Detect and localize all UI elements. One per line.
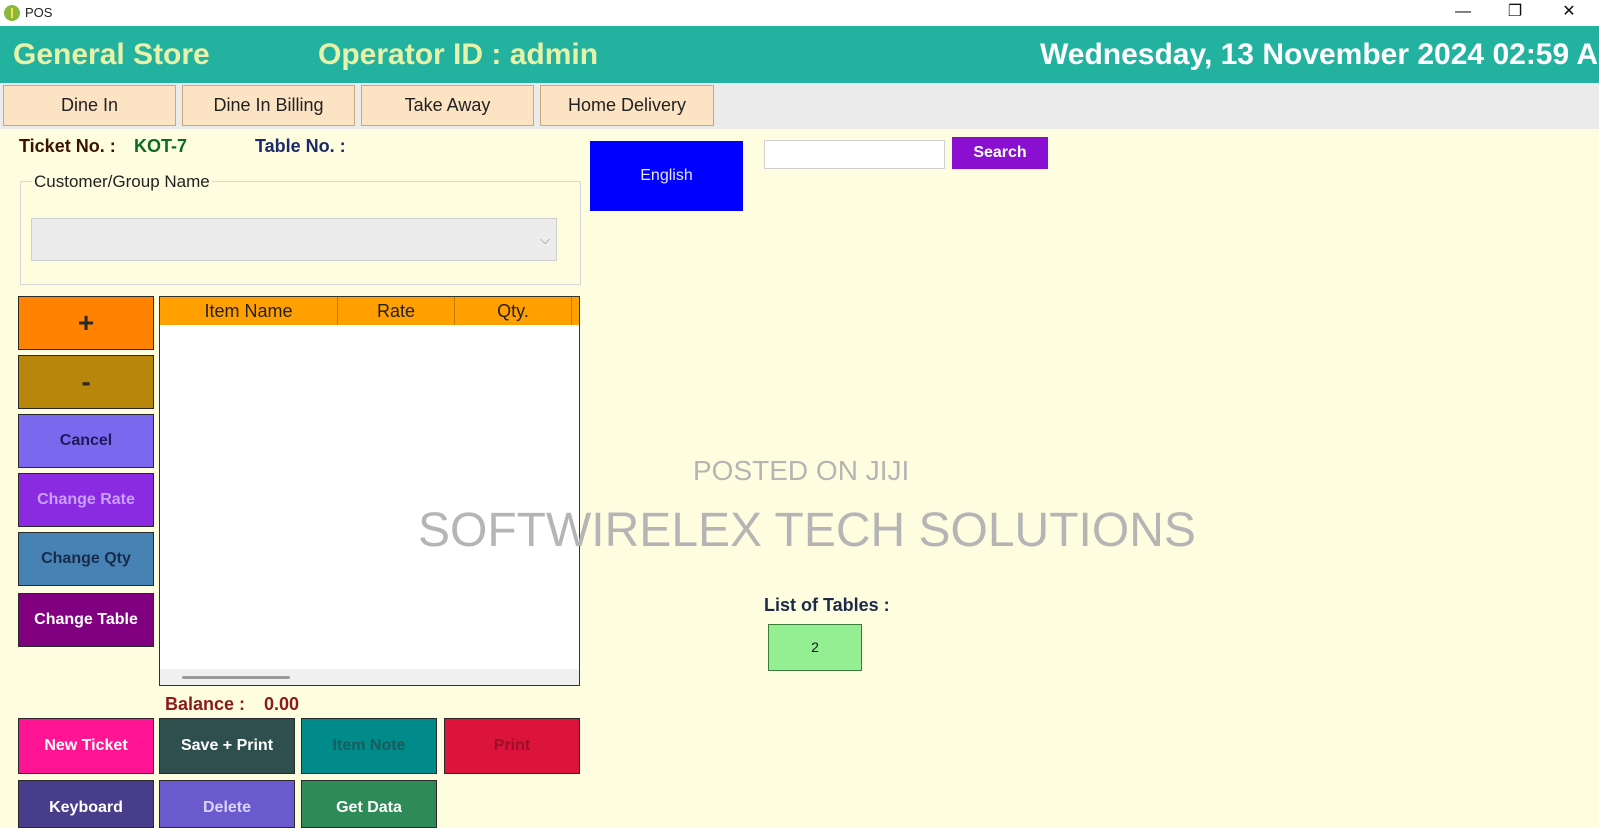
search-input[interactable] xyxy=(764,140,945,169)
cancel-button[interactable]: Cancel xyxy=(18,414,154,468)
table-no-label: Table No. : xyxy=(255,136,346,156)
maximize-icon[interactable]: ❐ xyxy=(1492,0,1538,26)
delete-button[interactable]: Delete xyxy=(159,780,295,828)
order-items-grid[interactable]: Item Name Rate Qty. xyxy=(159,296,580,686)
store-name: General Store xyxy=(13,38,210,71)
tab-dine-in-billing[interactable]: Dine In Billing xyxy=(182,85,355,126)
keyboard-button[interactable]: Keyboard xyxy=(18,780,154,828)
watermark-posted: POSTED ON JIJI xyxy=(693,455,910,486)
window-title: POS xyxy=(25,5,53,20)
column-rate[interactable]: Rate xyxy=(338,297,455,325)
tab-home-delivery[interactable]: Home Delivery xyxy=(540,85,714,126)
app-header: General Store Operator ID : admin Wednes… xyxy=(0,26,1599,83)
horizontal-scrollbar[interactable] xyxy=(160,669,579,685)
current-datetime: Wednesday, 13 November 2024 02:59 A xyxy=(1040,38,1599,71)
increase-qty-button[interactable]: + xyxy=(18,296,154,350)
column-item-name[interactable]: Item Name xyxy=(160,297,338,325)
app-logo-icon xyxy=(4,5,20,21)
scrollbar-thumb[interactable] xyxy=(182,676,290,679)
balance-value: 0.00 xyxy=(264,694,300,714)
change-rate-button[interactable]: Change Rate xyxy=(18,473,154,527)
new-ticket-button[interactable]: New Ticket xyxy=(18,718,154,774)
chevron-down-icon: ⌵ xyxy=(540,232,550,247)
search-button[interactable]: Search xyxy=(952,137,1048,169)
grid-header: Item Name Rate Qty. xyxy=(160,297,579,325)
change-qty-button[interactable]: Change Qty xyxy=(18,532,154,586)
tab-dine-in[interactable]: Dine In xyxy=(3,85,176,126)
ticket-no-value: KOT-7 xyxy=(134,136,188,156)
customer-select[interactable]: ⌵ xyxy=(31,218,557,261)
print-button[interactable]: Print xyxy=(444,718,580,774)
language-button[interactable]: English xyxy=(590,141,743,211)
change-table-button[interactable]: Change Table xyxy=(18,593,154,647)
list-of-tables-label: List of Tables : xyxy=(764,595,890,615)
save-print-button[interactable]: Save + Print xyxy=(159,718,295,774)
item-note-button[interactable]: Item Note xyxy=(301,718,437,774)
column-qty[interactable]: Qty. xyxy=(455,297,572,325)
order-type-tabbar: Dine In Dine In Billing Take Away Home D… xyxy=(0,83,1599,129)
close-icon[interactable]: ✕ xyxy=(1546,0,1592,26)
window-titlebar: POS — ❐ ✕ xyxy=(0,0,1599,26)
balance-label: Balance : xyxy=(165,694,246,714)
decrease-qty-button[interactable]: - xyxy=(18,355,154,409)
get-data-button[interactable]: Get Data xyxy=(301,780,437,828)
customer-group-label: Customer/Group Name xyxy=(32,172,212,192)
operator-id: Operator ID : admin xyxy=(318,38,599,71)
table-tile[interactable]: 2 xyxy=(768,624,862,671)
ticket-no-label: Ticket No. : xyxy=(19,136,116,156)
tab-take-away[interactable]: Take Away xyxy=(361,85,534,126)
minimize-icon[interactable]: — xyxy=(1440,0,1486,26)
